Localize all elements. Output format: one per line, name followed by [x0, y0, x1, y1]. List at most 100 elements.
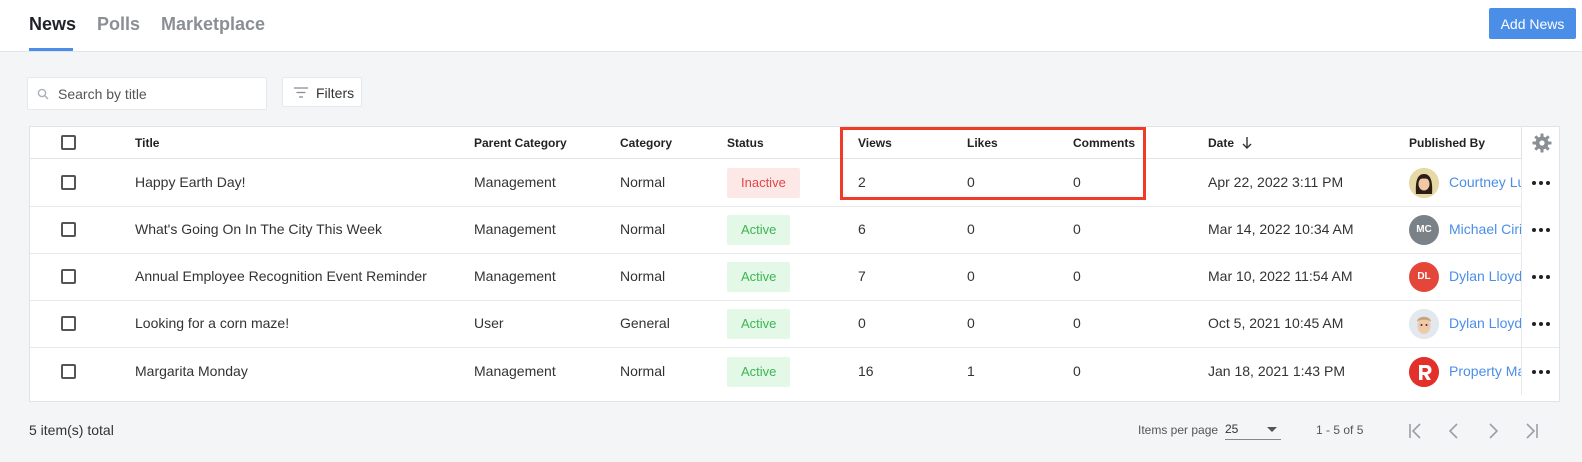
row-actions-button[interactable]	[1521, 348, 1559, 395]
row-published-by-link[interactable]: Dylan Lloyd	[1449, 315, 1521, 331]
row-category: Normal	[620, 268, 666, 284]
row-category: Normal	[620, 174, 666, 190]
table-row[interactable]: Looking for a corn maze! User General Ac…	[30, 300, 1559, 348]
first-page-button[interactable]	[1405, 420, 1427, 442]
row-parent-category: Management	[474, 174, 556, 190]
column-date-label: Date	[1208, 136, 1235, 150]
avatar-photo-icon	[1409, 309, 1439, 339]
last-page-icon	[1526, 423, 1538, 439]
avatar: DL	[1409, 262, 1439, 292]
row-checkbox[interactable]	[61, 364, 76, 379]
row-actions-button[interactable]	[1521, 300, 1559, 347]
items-per-page-label: Items per page	[1138, 423, 1219, 437]
active-tab-indicator	[29, 48, 73, 51]
avatar-photo-icon	[1409, 168, 1439, 198]
column-status[interactable]: Status	[727, 136, 764, 150]
row-title[interactable]: What's Going On In The City This Week	[135, 221, 382, 237]
select-all-checkbox[interactable]	[61, 135, 76, 150]
row-views: 16	[858, 363, 874, 379]
add-news-button[interactable]: Add News	[1489, 8, 1576, 39]
tab-news[interactable]: News	[29, 14, 76, 35]
column-parent-category[interactable]: Parent Category	[474, 136, 567, 150]
filters-button[interactable]: Filters	[282, 77, 362, 107]
table-row[interactable]: Margarita Monday Management Normal Activ…	[30, 348, 1559, 396]
row-title[interactable]: Happy Earth Day!	[135, 174, 246, 190]
row-date: Oct 5, 2021 10:45 AM	[1208, 315, 1344, 331]
row-views: 2	[858, 174, 866, 190]
row-views: 0	[858, 315, 866, 331]
row-actions-button[interactable]	[1521, 253, 1559, 300]
row-date: Mar 10, 2022 11:54 AM	[1208, 268, 1353, 284]
more-horizontal-icon	[1532, 322, 1550, 326]
tab-polls[interactable]: Polls	[97, 14, 140, 35]
filter-icon	[294, 87, 308, 98]
row-parent-category: Management	[474, 221, 556, 237]
row-published-by-link[interactable]: Dylan Lloyd	[1449, 268, 1521, 284]
column-published-by[interactable]: Published By	[1409, 136, 1485, 150]
table-row[interactable]: Happy Earth Day! Management Normal Inact…	[30, 159, 1559, 207]
row-checkbox[interactable]	[61, 269, 76, 284]
row-published-by-link[interactable]: Property Ma	[1449, 363, 1521, 379]
avatar	[1409, 357, 1439, 387]
top-bar: News Polls Marketplace Add News	[0, 0, 1582, 52]
row-parent-category: Management	[474, 363, 556, 379]
row-parent-category: User	[474, 315, 504, 331]
chevron-down-icon	[1267, 427, 1277, 432]
row-likes: 0	[967, 315, 975, 331]
search-icon	[37, 88, 49, 100]
column-settings-button[interactable]	[1521, 127, 1559, 159]
column-views[interactable]: Views	[858, 136, 892, 150]
row-comments: 0	[1073, 315, 1081, 331]
news-table: Title Parent Category Category Status Vi…	[29, 126, 1560, 402]
prev-page-button[interactable]	[1443, 420, 1465, 442]
first-page-icon	[1409, 423, 1421, 439]
avatar	[1409, 309, 1439, 339]
more-horizontal-icon	[1532, 275, 1550, 279]
status-badge: Active	[727, 309, 791, 339]
tab-marketplace[interactable]: Marketplace	[161, 14, 265, 35]
row-published-by-link[interactable]: Michael Ciri	[1449, 221, 1521, 237]
column-date[interactable]: Date	[1208, 136, 1252, 150]
row-likes: 1	[967, 363, 975, 379]
row-category: Normal	[620, 363, 666, 379]
row-likes: 0	[967, 268, 975, 284]
row-title[interactable]: Margarita Monday	[135, 363, 248, 379]
next-page-button[interactable]	[1482, 420, 1504, 442]
row-actions-button[interactable]	[1521, 206, 1559, 253]
row-category: General	[620, 315, 670, 331]
table-header: Title Parent Category Category Status Vi…	[30, 127, 1559, 159]
sort-arrow-down-icon	[1242, 137, 1252, 149]
avatar: MC	[1409, 215, 1439, 245]
row-date: Mar 14, 2022 10:34 AM	[1208, 221, 1354, 237]
status-badge: Active	[727, 357, 791, 387]
row-actions-button[interactable]	[1521, 159, 1559, 206]
table-row[interactable]: Annual Employee Recognition Event Remind…	[30, 253, 1559, 301]
search-input[interactable]	[58, 78, 263, 109]
table-row[interactable]: What's Going On In The City This Week Ma…	[30, 206, 1559, 254]
total-items-label: 5 item(s) total	[29, 422, 114, 438]
row-likes: 0	[967, 221, 975, 237]
more-horizontal-icon	[1532, 228, 1550, 232]
column-likes[interactable]: Likes	[967, 136, 998, 150]
items-per-page-select[interactable]: 25	[1225, 418, 1281, 440]
last-page-button[interactable]	[1520, 420, 1542, 442]
pagination-range: 1 - 5 of 5	[1316, 423, 1364, 437]
row-comments: 0	[1073, 363, 1081, 379]
row-title[interactable]: Annual Employee Recognition Event Remind…	[135, 268, 427, 284]
status-badge: Inactive	[727, 168, 800, 198]
status-badge: Active	[727, 215, 791, 245]
row-checkbox[interactable]	[61, 316, 76, 331]
column-category[interactable]: Category	[620, 136, 672, 150]
row-views: 7	[858, 268, 866, 284]
row-category: Normal	[620, 221, 666, 237]
row-published-by-link[interactable]: Courtney Lu	[1449, 174, 1521, 190]
column-comments[interactable]: Comments	[1073, 136, 1135, 150]
row-comments: 0	[1073, 221, 1081, 237]
row-date: Jan 18, 2021 1:43 PM	[1208, 363, 1345, 379]
row-date: Apr 22, 2022 3:11 PM	[1208, 174, 1344, 190]
row-checkbox[interactable]	[61, 222, 76, 237]
row-title[interactable]: Looking for a corn maze!	[135, 315, 289, 331]
column-title[interactable]: Title	[135, 136, 159, 150]
row-checkbox[interactable]	[61, 175, 76, 190]
more-horizontal-icon	[1532, 370, 1550, 374]
